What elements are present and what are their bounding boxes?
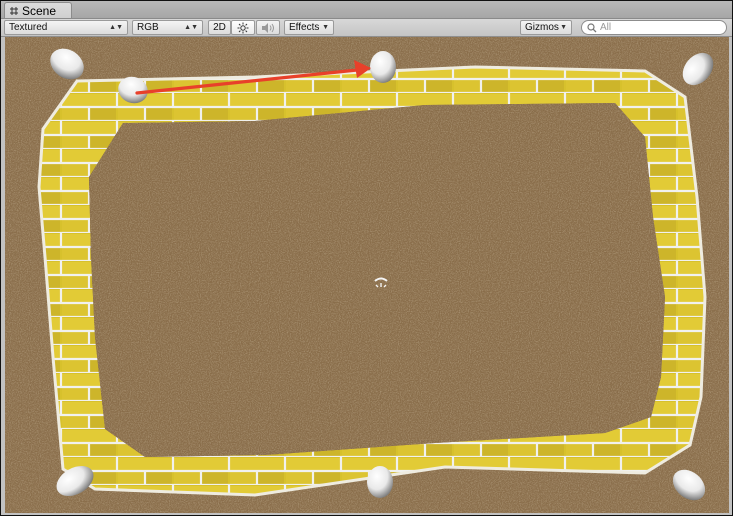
tab-bar: Scene — [1, 1, 732, 19]
gizmos-dropdown[interactable]: Gizmos ▼ — [520, 20, 572, 35]
search-icon — [587, 22, 597, 32]
search-input[interactable]: All — [581, 20, 727, 35]
two-d-toggle[interactable]: 2D — [208, 20, 231, 35]
gizmos-label: Gizmos — [525, 22, 559, 33]
color-mode-label: RGB — [137, 22, 159, 33]
color-mode-dropdown[interactable]: RGB ▲▼ — [132, 20, 203, 35]
updown-arrow-icon: ▲▼ — [109, 24, 123, 31]
tab-scene[interactable]: Scene — [4, 2, 72, 18]
render-mode-label: Textured — [9, 22, 48, 33]
scene-grid-icon — [10, 6, 18, 15]
render-mode-dropdown[interactable]: Textured ▲▼ — [4, 20, 128, 35]
dropdown-arrow-icon: ▼ — [560, 24, 567, 31]
scene-lighting-toggle[interactable] — [231, 20, 255, 35]
scene-window: Scene Textured ▲▼ RGB ▲▼ 2D Effects ▼ Gi… — [0, 0, 733, 516]
pebble-top-mid[interactable] — [370, 51, 396, 83]
sun-icon — [237, 22, 249, 33]
search-placeholder: All — [600, 22, 612, 33]
scene-canvas — [5, 37, 729, 513]
dropdown-arrow-icon: ▼ — [322, 24, 329, 31]
two-d-label: 2D — [213, 22, 226, 33]
scene-toolbar: Textured ▲▼ RGB ▲▼ 2D Effects ▼ Gizmos ▼… — [1, 19, 732, 37]
updown-arrow-icon: ▲▼ — [184, 24, 198, 31]
tab-scene-label: Scene — [22, 3, 57, 18]
scene-viewport[interactable] — [5, 37, 729, 513]
pebble-bottom-mid[interactable] — [367, 466, 393, 498]
effects-dropdown[interactable]: Effects ▼ — [284, 20, 334, 35]
effects-label: Effects — [289, 22, 320, 33]
scene-audio-toggle[interactable] — [256, 20, 280, 35]
speaker-icon — [262, 22, 274, 33]
